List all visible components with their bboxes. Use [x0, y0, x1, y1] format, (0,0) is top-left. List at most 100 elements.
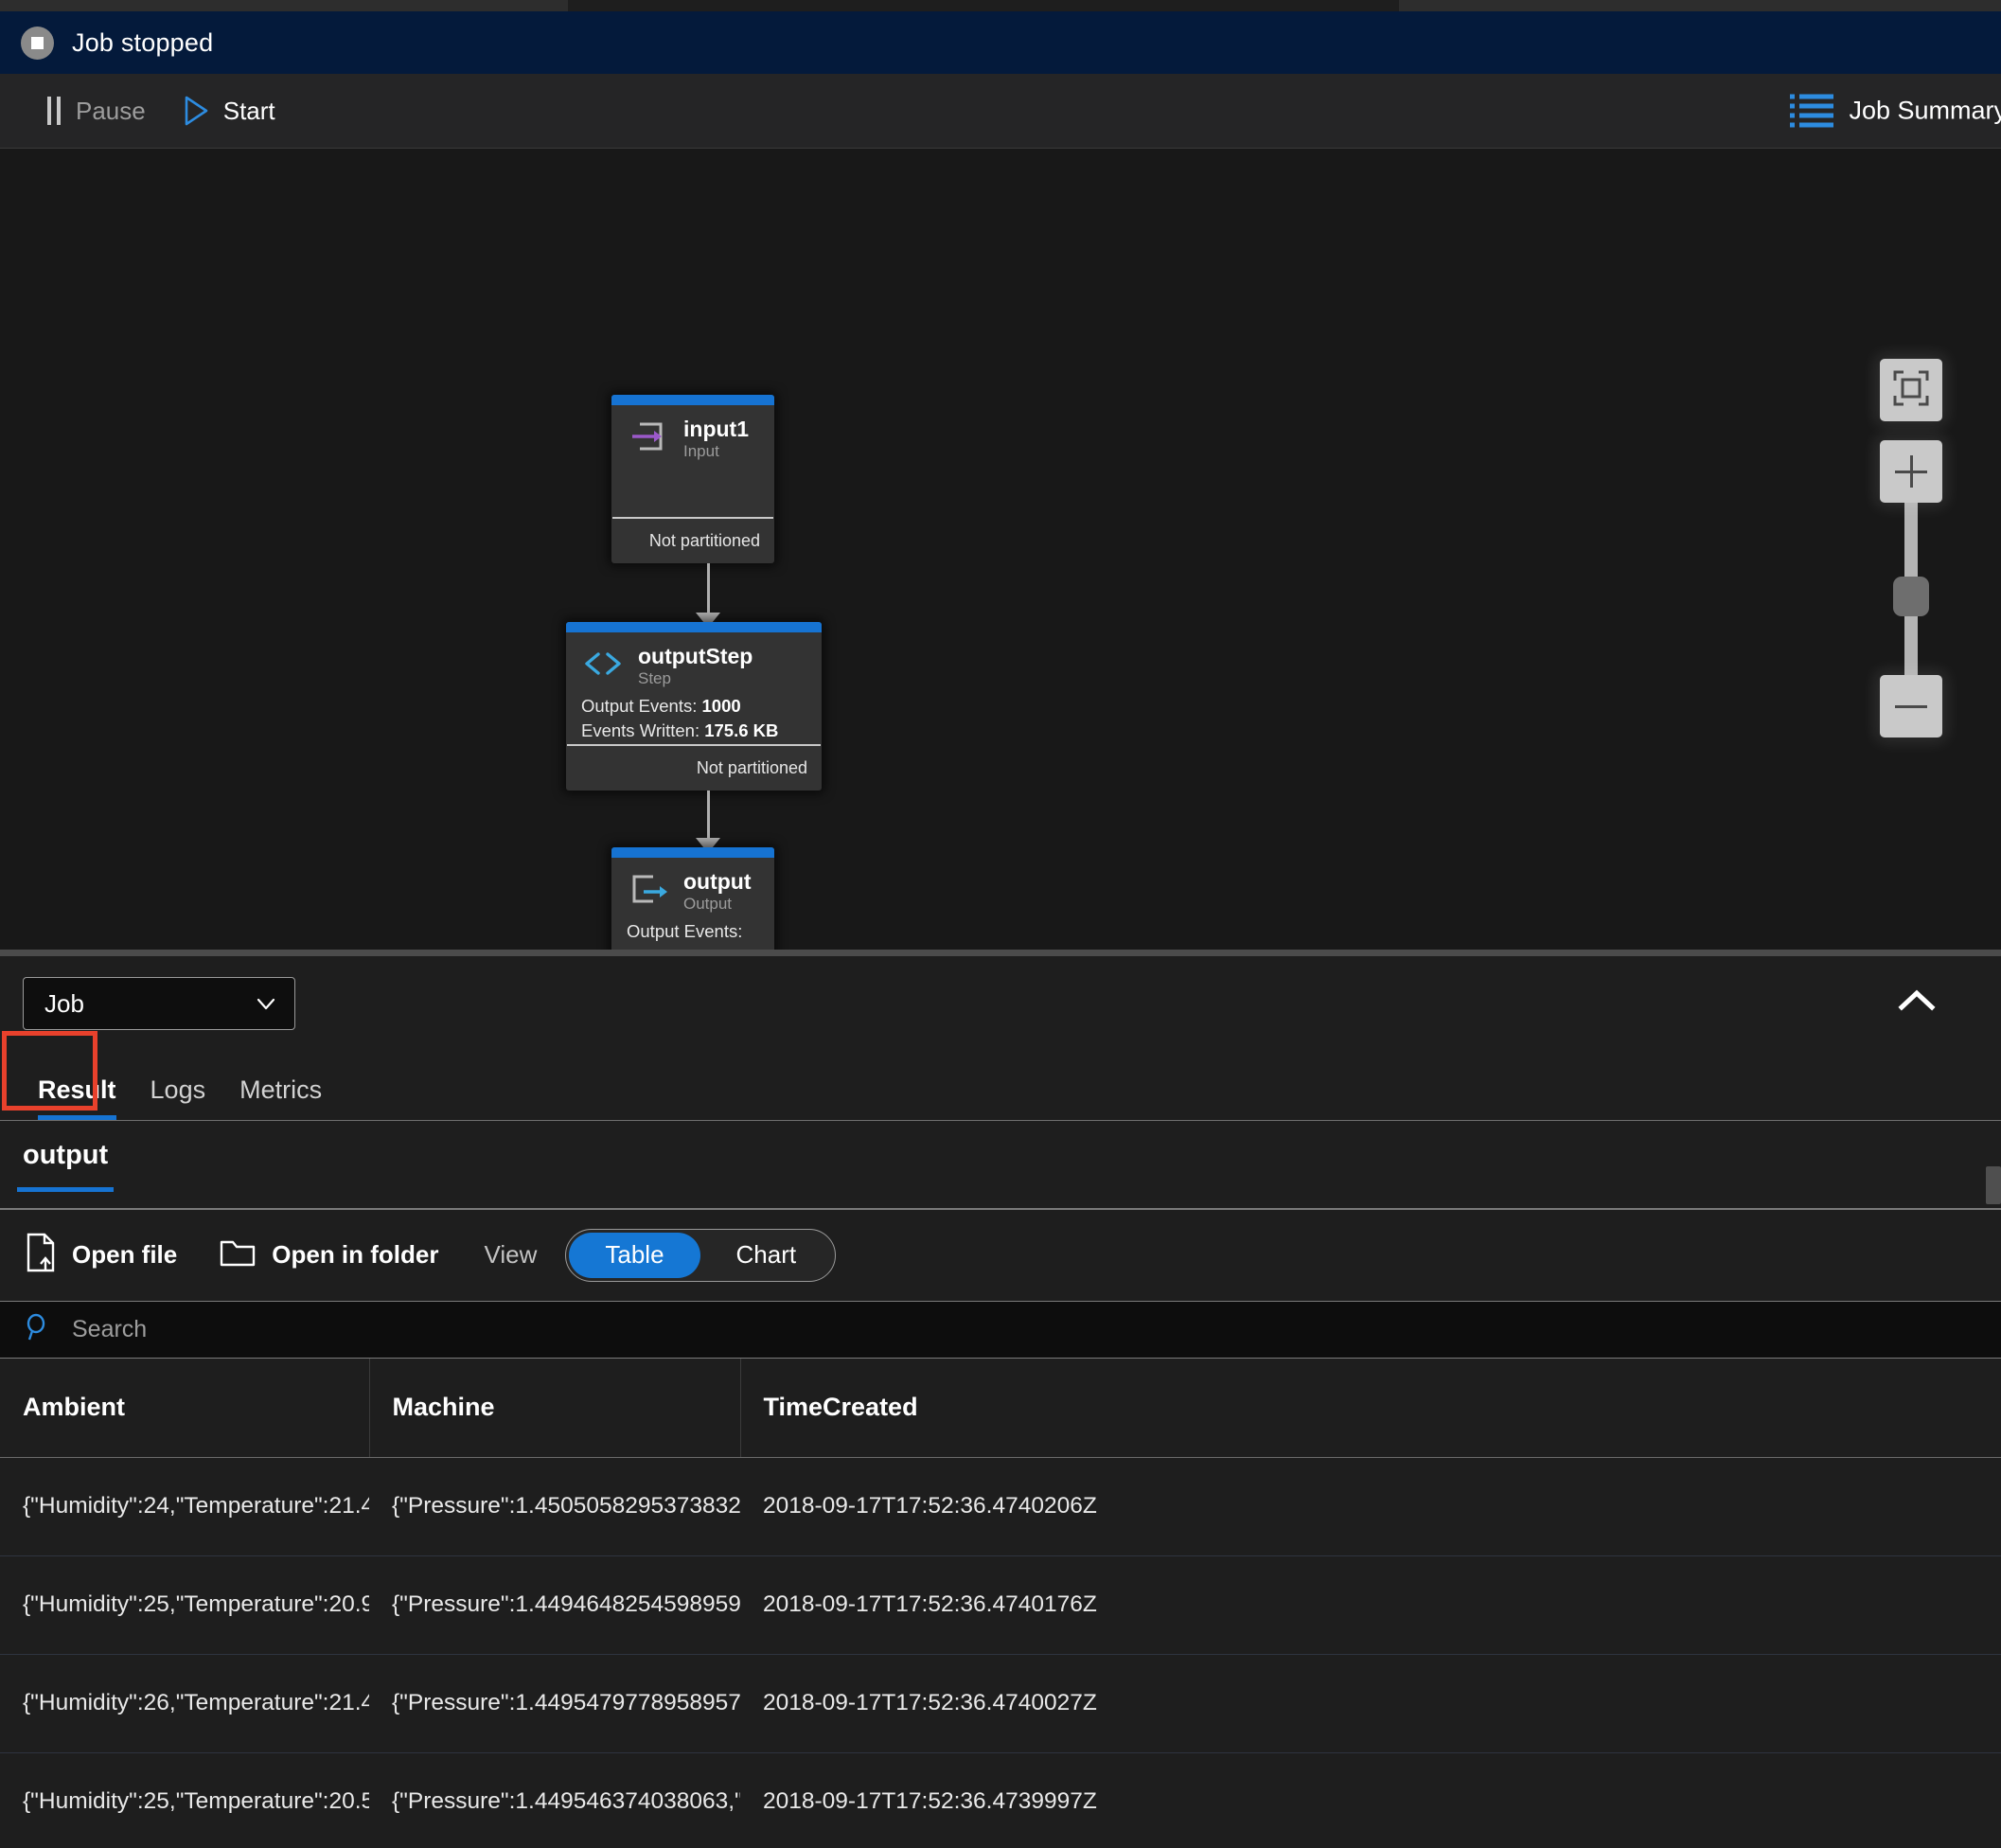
zoom-out-button[interactable]: [1880, 675, 1942, 737]
play-icon: [184, 96, 208, 126]
results-tabs: Result Logs Metrics: [0, 1031, 2001, 1120]
cell-machine: {"Pressure":1.4495479778958957,"Te...: [369, 1654, 740, 1753]
pause-button[interactable]: Pause: [47, 97, 146, 126]
table-row[interactable]: {"Humidity":25,"Temperature":20.94... {"…: [0, 1555, 2001, 1655]
panel-splitter[interactable]: [0, 950, 2001, 956]
node-metric-label: Events Written:: [581, 720, 700, 740]
cell-timecreated: 2018-09-17T17:52:36.4740027Z: [740, 1654, 2001, 1753]
results-table-header: Ambient Machine TimeCreated: [0, 1359, 2001, 1458]
tab-logs[interactable]: Logs: [133, 1075, 223, 1120]
tab-strip-segment-left: [0, 0, 568, 11]
zoom-slider[interactable]: [1880, 503, 1942, 675]
pause-icon: [47, 97, 61, 125]
view-mode-table-label: Table: [605, 1240, 664, 1269]
node-metric-label: Output Events:: [581, 696, 698, 717]
diagram-node-output[interactable]: output Output Output Events: 1000 Not pa…: [611, 847, 774, 950]
job-summary-label: Job Summary: [1849, 96, 2001, 125]
scope-select-value: Job: [44, 988, 84, 1018]
fit-to-screen-button[interactable]: [1880, 359, 1942, 421]
job-status-text: Job stopped: [72, 27, 214, 57]
scope-select[interactable]: Job: [23, 977, 295, 1030]
open-file-button[interactable]: Open file: [25, 1233, 177, 1277]
tab-metrics-label: Metrics: [239, 1075, 323, 1104]
search-icon: [23, 1312, 53, 1347]
job-diagram-canvas[interactable]: input1 Input Not partitioned outputStep …: [0, 148, 2001, 950]
node-footer: Not partitioned: [567, 744, 821, 790]
code-brackets-icon: [581, 645, 625, 683]
output-subtab[interactable]: output: [17, 1140, 115, 1192]
tab-metrics[interactable]: Metrics: [222, 1075, 339, 1120]
cell-machine: {"Pressure":1.449546374038063,"Te...: [369, 1752, 740, 1848]
panel-header: Job: [0, 956, 2001, 1046]
output-subtab-label: output: [23, 1140, 109, 1170]
table-row[interactable]: {"Humidity":25,"Temperature":20.58... {"…: [0, 1752, 2001, 1848]
job-status-banner: Job stopped: [0, 11, 2001, 74]
subtab-active-underline: [17, 1187, 115, 1192]
zoom-slider-thumb[interactable]: [1893, 577, 1929, 616]
start-button[interactable]: Start: [184, 96, 275, 126]
stop-square-icon: [21, 26, 54, 60]
panel-scrollbar-thumb[interactable]: [1986, 1166, 2001, 1204]
node-partition-label: Not partitioned: [696, 757, 807, 777]
cell-timecreated: 2018-09-17T17:52:36.4740176Z: [740, 1555, 2001, 1655]
fit-to-screen-icon: [1892, 369, 1930, 412]
tab-active-underline: [38, 1115, 116, 1120]
node-accent-bar: [566, 622, 822, 632]
cell-timecreated: 2018-09-17T17:52:36.4740206Z: [740, 1457, 2001, 1556]
cell-ambient: {"Humidity":25,"Temperature":20.58...: [0, 1752, 369, 1848]
column-header-ambient[interactable]: Ambient: [0, 1359, 370, 1458]
node-body: outputStep Step Output Events: 1000 Even…: [566, 632, 822, 744]
chevron-up-icon: [1896, 986, 1938, 1020]
tab-strip-segment-active: [568, 0, 1399, 11]
node-title: outputStep: [638, 644, 753, 668]
table-row[interactable]: {"Humidity":26,"Temperature":21.41... {"…: [0, 1654, 2001, 1753]
view-mode-chart-label: Chart: [735, 1240, 797, 1269]
node-metric-value: 175.6 KB: [704, 720, 779, 740]
start-button-label: Start: [222, 96, 275, 125]
column-header-timecreated[interactable]: TimeCreated: [740, 1359, 2001, 1458]
view-mode-chart[interactable]: Chart: [700, 1233, 833, 1278]
table-row[interactable]: {"Humidity":24,"Temperature":21.43... {"…: [0, 1457, 2001, 1556]
job-summary-button[interactable]: Job Summary: [1790, 94, 2001, 128]
view-mode-table[interactable]: Table: [569, 1232, 700, 1278]
node-metrics: Output Events: 1000: [627, 919, 759, 950]
cell-ambient: {"Humidity":25,"Temperature":20.94...: [0, 1555, 369, 1655]
node-footer: Not partitioned: [612, 517, 773, 562]
open-in-folder-button[interactable]: Open in folder: [219, 1236, 438, 1273]
search-input[interactable]: [72, 1316, 2001, 1343]
results-table-body: {"Humidity":24,"Temperature":21.43... {"…: [0, 1457, 2001, 1848]
zoom-controls: [1880, 359, 1942, 737]
collapse-panel-button[interactable]: [1887, 973, 1946, 1032]
plus-icon: [1895, 455, 1927, 488]
output-arrow-icon: [627, 870, 670, 908]
results-panel: Job Result Logs Metrics output Open file…: [0, 956, 2001, 1848]
column-header-machine[interactable]: Machine: [369, 1359, 741, 1458]
window-tab-strip: [0, 0, 2001, 11]
search-bar[interactable]: [0, 1302, 2001, 1359]
node-title: output: [683, 869, 752, 894]
open-in-folder-label: Open in folder: [272, 1240, 439, 1269]
table-header-row: Ambient Machine TimeCreated: [0, 1359, 2001, 1458]
node-metric-value: 1000: [627, 946, 665, 950]
tab-result[interactable]: Result: [21, 1075, 133, 1120]
open-file-label: Open file: [72, 1240, 178, 1269]
zoom-in-button[interactable]: [1880, 440, 1942, 503]
view-label: View: [484, 1240, 538, 1269]
pause-button-label: Pause: [76, 96, 146, 125]
diagram-node-input1[interactable]: input1 Input Not partitioned: [611, 395, 774, 563]
node-body: input1 Input: [611, 405, 774, 517]
cell-machine: {"Pressure":1.4494648254598959,"Te...: [369, 1555, 740, 1655]
chevron-down-icon: [255, 992, 277, 1015]
node-subtitle: Input: [683, 442, 719, 461]
tab-result-label: Result: [38, 1075, 116, 1104]
minus-icon: [1895, 704, 1927, 708]
node-body: output Output Output Events: 1000: [611, 858, 774, 950]
results-table: Ambient Machine TimeCreated {"Humidity":…: [0, 1359, 2001, 1848]
list-icon: [1790, 94, 1834, 128]
tab-strip-segment-right: [1399, 0, 2001, 11]
diagram-node-outputstep[interactable]: outputStep Step Output Events: 1000 Even…: [566, 622, 822, 791]
job-toolbar: Pause Start Job Summary: [0, 74, 2001, 148]
node-metric-label: Output Events:: [627, 921, 743, 942]
node-partition-label: Not partitioned: [648, 530, 760, 550]
node-metric-value: 1000: [701, 696, 741, 717]
